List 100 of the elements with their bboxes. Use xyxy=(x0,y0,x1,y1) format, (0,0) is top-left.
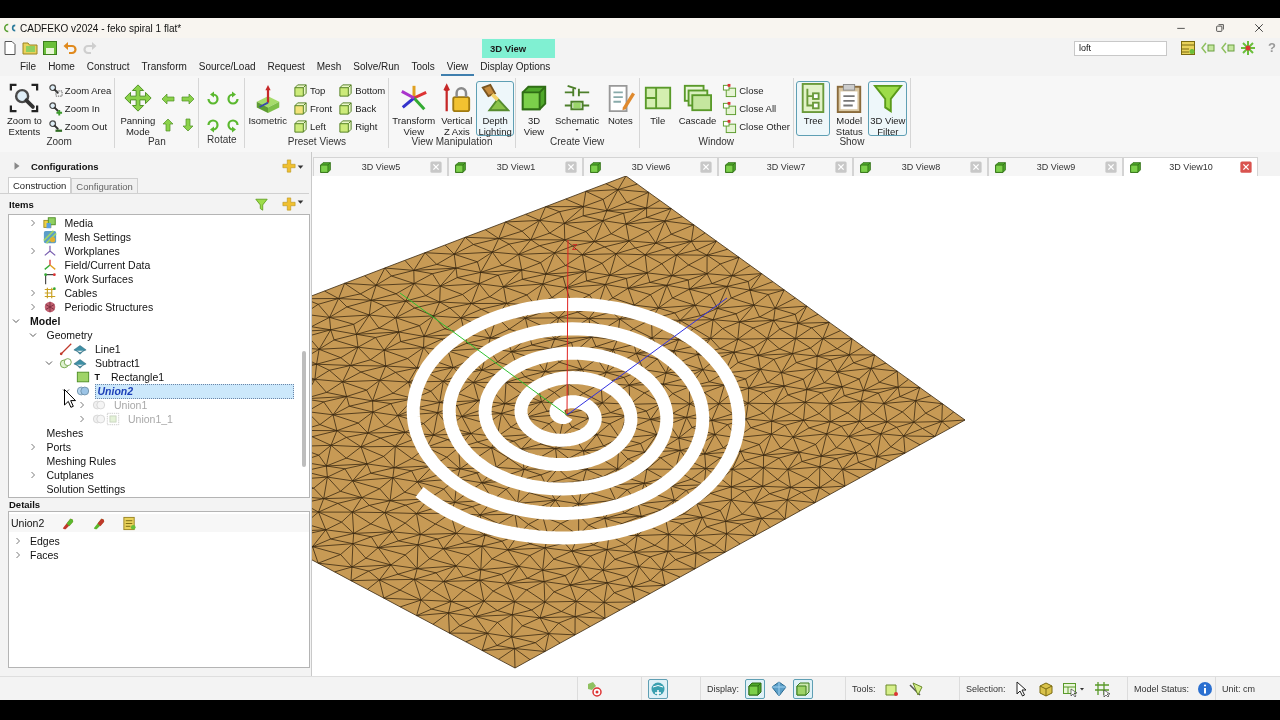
search-field[interactable]: loft xyxy=(1074,40,1168,56)
ribbon-button[interactable]: Zoom to Extents xyxy=(5,81,44,136)
close-icon xyxy=(1252,22,1265,34)
ribbon-button[interactable]: Schematic xyxy=(553,81,602,136)
ribbon-button[interactable]: Model Status xyxy=(832,81,867,136)
ribbon-button[interactable]: Top xyxy=(290,81,335,99)
menu-tab[interactable]: Home xyxy=(42,58,81,76)
menu-tab[interactable]: Source/Load xyxy=(192,58,262,76)
grid-select-icon xyxy=(1093,680,1110,697)
tree-item[interactable]: Model xyxy=(27,313,64,329)
panel-tab[interactable]: Construction xyxy=(8,177,72,193)
ribbon-button[interactable]: Depth Lighting xyxy=(476,81,514,136)
menu-tab[interactable]: Request xyxy=(261,58,311,76)
move-arrows-icon xyxy=(122,83,153,113)
rotate-icon xyxy=(204,91,221,107)
ribbon-button[interactable]: 3D View Filter xyxy=(868,81,908,136)
tree-item[interactable]: Workplanes xyxy=(61,243,123,259)
close-icon[interactable] xyxy=(1240,161,1252,173)
close-icon[interactable] xyxy=(565,161,577,173)
object-name: Union2 xyxy=(11,517,45,529)
view-tab[interactable]: 3D View6 xyxy=(583,157,718,176)
section-title: Items xyxy=(9,198,34,210)
gem-icon xyxy=(771,680,787,697)
ribbon-button[interactable]: Transform View xyxy=(390,81,438,136)
cube-icon xyxy=(338,118,354,134)
tree-item[interactable]: Periodic Structures xyxy=(61,299,157,315)
view-tab[interactable]: 3D View9 xyxy=(988,157,1123,176)
close-icon[interactable] xyxy=(835,161,847,173)
ribbon-button[interactable]: Close All xyxy=(720,99,792,117)
close-icon[interactable] xyxy=(1105,161,1117,173)
expand-triangle-icon[interactable] xyxy=(12,161,22,171)
ribbon-button[interactable]: Tree xyxy=(796,81,831,136)
ribbon-button[interactable]: Close Other xyxy=(720,117,792,135)
toolbar-button[interactable] xyxy=(1240,40,1257,56)
chevron-square-icon xyxy=(1220,40,1237,56)
arrow-left-icon xyxy=(160,91,177,107)
ribbon-button[interactable]: Notes xyxy=(603,81,638,136)
view-tab[interactable]: 3D View1 xyxy=(448,157,583,176)
menu-tab[interactable]: Mesh xyxy=(310,58,348,76)
triangle-icon xyxy=(907,680,924,697)
tree-item[interactable]: Union2 xyxy=(94,383,294,399)
tree-item[interactable]: Field/Current Data xyxy=(61,257,154,273)
menu-tab[interactable]: Solve/Run xyxy=(347,58,406,76)
tree-item[interactable]: Subtract1 xyxy=(92,355,143,371)
view-tab[interactable]: 3D View5 xyxy=(313,157,448,176)
tree-item[interactable]: Rectangle1 xyxy=(108,369,168,385)
menu-tab[interactable]: Display Options xyxy=(474,58,557,76)
tree-item[interactable]: Ports xyxy=(43,439,74,455)
tree-item[interactable]: Work Surfaces xyxy=(61,271,137,287)
close-icon[interactable] xyxy=(430,161,442,173)
view-tab[interactable]: 3D View7 xyxy=(718,157,853,176)
add-button[interactable] xyxy=(282,159,305,173)
scrollbar-thumb[interactable] xyxy=(302,351,306,467)
view-tab[interactable]: 3D View10 xyxy=(1123,157,1258,176)
add-button[interactable] xyxy=(282,197,305,211)
ribbon-button[interactable]: 3D View xyxy=(517,81,551,136)
ribbon-button[interactable]: Close xyxy=(720,81,792,99)
menu-tab[interactable]: Construct xyxy=(80,58,136,76)
view-tab[interactable]: 3D View8 xyxy=(853,157,988,176)
tree-item[interactable]: Geometry xyxy=(43,327,96,343)
window-icon xyxy=(722,100,738,116)
menu-tab[interactable]: File xyxy=(14,58,43,76)
icon-button[interactable] xyxy=(122,515,138,531)
toolbar-button[interactable] xyxy=(2,40,18,56)
grid-icon xyxy=(42,286,57,300)
menu-tab[interactable]: Tools xyxy=(405,58,441,76)
ribbon-button[interactable]: Cascade xyxy=(676,81,719,136)
close-icon[interactable] xyxy=(700,161,712,173)
lock-icon xyxy=(441,83,472,113)
toolbar-button[interactable] xyxy=(1180,40,1197,56)
ribbon-button[interactable]: Zoom Area xyxy=(45,81,114,99)
tree-item[interactable]: Faces xyxy=(30,549,59,561)
tree-item[interactable]: Meshing Rules xyxy=(43,453,119,469)
tree-item[interactable]: Solution Settings xyxy=(43,481,129,497)
rotate-icon xyxy=(224,91,241,107)
toolbar-button[interactable] xyxy=(42,40,58,56)
close-icon[interactable] xyxy=(970,161,982,173)
ribbon-button[interactable]: Isometric xyxy=(246,81,289,136)
tree-item[interactable]: Mesh Settings xyxy=(61,229,135,245)
panel-tab[interactable]: Configuration xyxy=(71,178,138,193)
ribbon-button[interactable]: Bottom xyxy=(336,81,388,99)
ribbon-button[interactable]: Vertical Z Axis xyxy=(439,81,475,136)
tree-item[interactable]: Media xyxy=(61,215,97,231)
tree-item[interactable]: Line1 xyxy=(92,341,124,357)
ribbon-button[interactable]: Zoom Out xyxy=(45,117,114,135)
ribbon-button[interactable]: Tile xyxy=(640,81,675,136)
ribbon-button[interactable]: Front xyxy=(290,99,335,117)
tree-item[interactable]: Edges xyxy=(30,535,60,547)
ribbon-button[interactable]: Zoom In xyxy=(45,99,114,117)
ribbon-button[interactable]: Left xyxy=(290,117,335,135)
menu-tab[interactable]: Transform xyxy=(135,58,193,76)
tree-item[interactable]: Cables xyxy=(61,285,101,301)
tree-item[interactable]: Meshes xyxy=(43,425,87,441)
tree-item[interactable]: Cutplanes xyxy=(43,467,97,483)
line-icon xyxy=(59,342,73,356)
ribbon-button[interactable]: Right xyxy=(336,117,388,135)
ribbon-button[interactable]: Panning Mode xyxy=(118,81,158,136)
ribbon-button[interactable]: Back xyxy=(336,99,388,117)
status-button[interactable] xyxy=(745,678,765,699)
filter-button[interactable] xyxy=(255,197,268,211)
